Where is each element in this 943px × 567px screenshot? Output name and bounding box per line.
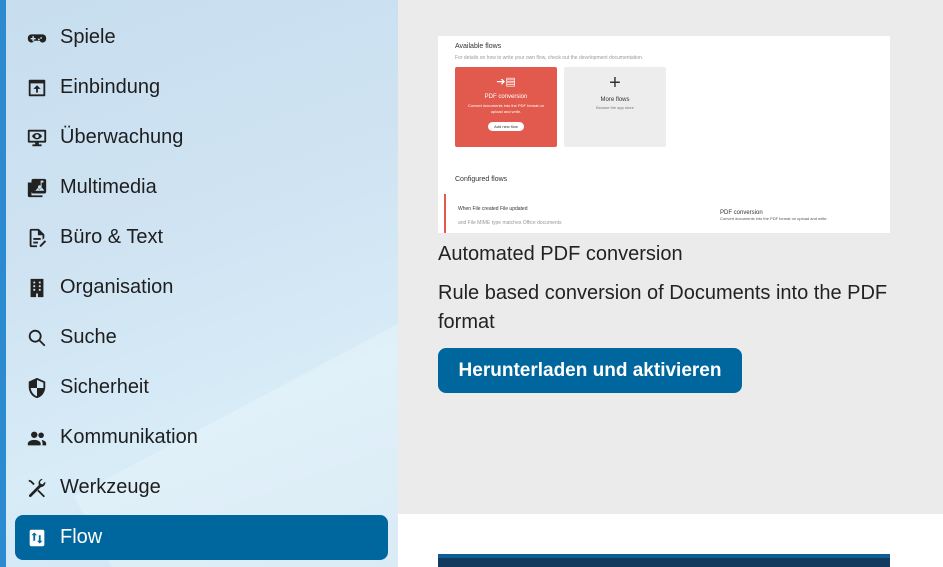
preview-more-card: + More flows Browse the app store bbox=[564, 67, 666, 147]
sidebar-item-label: Kommunikation bbox=[60, 426, 198, 448]
app-card-flow: Available flows For details on how to wr… bbox=[398, 0, 943, 514]
next-app-card bbox=[398, 514, 943, 567]
preview-pdf-title: PDF conversion bbox=[484, 94, 528, 100]
preview-add-flow-button: Add new flow bbox=[488, 122, 524, 131]
monitor-eye-icon bbox=[25, 126, 49, 150]
preview-more-title: More flows bbox=[600, 97, 630, 103]
sidebar-item-sicherheit[interactable]: Sicherheit bbox=[15, 365, 388, 410]
app-detail-panel: Available flows For details on how to wr… bbox=[398, 0, 943, 567]
sidebar-item-label: Sicherheit bbox=[60, 376, 149, 398]
app-screenshot[interactable]: Available flows For details on how to wr… bbox=[438, 36, 890, 233]
preview-available-sub: For details on how to write your own flo… bbox=[455, 55, 644, 61]
sidebar-item-buero-text[interactable]: Büro & Text bbox=[15, 215, 388, 260]
tools-icon bbox=[25, 476, 49, 500]
preview-available-title: Available flows bbox=[455, 43, 502, 50]
sidebar-item-multimedia[interactable]: Multimedia bbox=[15, 165, 388, 210]
preview-rule: When File created File updated and File … bbox=[444, 194, 677, 233]
sidebar-item-einbindung[interactable]: Einbindung bbox=[15, 65, 388, 110]
sidebar-item-spiele[interactable]: Spiele bbox=[15, 15, 388, 60]
sidebar-item-werkzeuge[interactable]: Werkzeuge bbox=[15, 465, 388, 510]
office-building-icon bbox=[25, 276, 49, 300]
sidebar-item-label: Flow bbox=[60, 526, 103, 548]
app-description: Rule based conversion of Documents into … bbox=[438, 282, 888, 333]
search-icon bbox=[25, 326, 49, 350]
multimedia-icon bbox=[25, 176, 49, 200]
integration-icon bbox=[25, 76, 49, 100]
pdf-icon: ➔▤ bbox=[496, 76, 516, 88]
sidebar-item-flow[interactable]: Flow bbox=[15, 515, 388, 560]
next-app-screenshot[interactable] bbox=[438, 554, 890, 567]
sidebar-item-organisation[interactable]: Organisation bbox=[15, 265, 388, 310]
download-enable-button[interactable]: Herunterladen und aktivieren bbox=[438, 348, 742, 393]
sidebar-item-label: Organisation bbox=[60, 276, 174, 298]
category-nav: Spiele Einbindung Überwachung Multimedia… bbox=[15, 15, 388, 565]
sidebar-item-kommunikation[interactable]: Kommunikation bbox=[15, 415, 388, 460]
gamepad-icon bbox=[25, 26, 49, 50]
document-edit-icon bbox=[25, 226, 49, 250]
preview-rule-row: and File MIME type matches Office docume… bbox=[458, 220, 562, 226]
preview-action-desc: Convert documents into the PDF format on… bbox=[720, 216, 828, 221]
flow-icon bbox=[25, 526, 49, 550]
people-icon bbox=[25, 426, 49, 450]
sidebar-item-label: Büro & Text bbox=[60, 226, 164, 248]
sidebar-item-ueberwachung[interactable]: Überwachung bbox=[15, 115, 388, 160]
plus-icon: + bbox=[609, 72, 621, 94]
preview-configured-title: Configured flows bbox=[455, 176, 508, 183]
sidebar-item-suche[interactable]: Suche bbox=[15, 315, 388, 360]
preview-pdf-desc: Convert documents into the PDF format on… bbox=[467, 103, 545, 114]
sidebar-item-label: Einbindung bbox=[60, 76, 161, 98]
sidebar-item-label: Suche bbox=[60, 326, 117, 348]
sidebar: Spiele Einbindung Überwachung Multimedia… bbox=[0, 0, 398, 567]
preview-rule-action: PDF conversion Convert documents into th… bbox=[720, 210, 828, 221]
app-title: Automated PDF conversion bbox=[438, 243, 683, 265]
shield-icon bbox=[25, 376, 49, 400]
screenshot-header-bar bbox=[438, 554, 890, 558]
sidebar-item-label: Spiele bbox=[60, 26, 116, 48]
sidebar-item-label: Werkzeuge bbox=[60, 476, 161, 498]
preview-more-desc: Browse the app store bbox=[596, 105, 634, 110]
preview-pdf-card: ➔▤ PDF conversion Convert documents into… bbox=[455, 67, 557, 147]
preview-rule-row: When File created File updated bbox=[458, 206, 528, 212]
sidebar-item-label: Multimedia bbox=[60, 176, 157, 198]
sidebar-item-label: Überwachung bbox=[60, 126, 184, 148]
